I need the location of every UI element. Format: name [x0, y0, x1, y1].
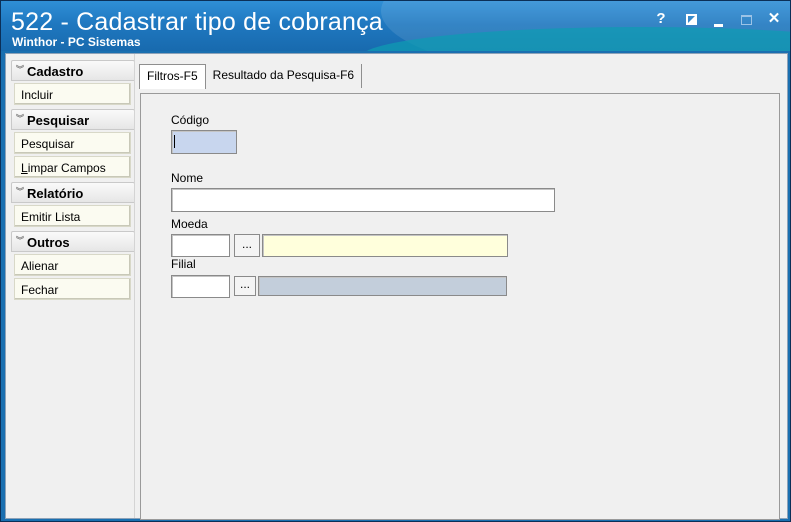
tab-filtros[interactable]: Filtros-F5	[139, 64, 206, 89]
group-title: Cadastro	[27, 64, 84, 79]
pesquisar-button[interactable]: Pesquisar	[14, 132, 131, 154]
button-label-rest: impar Campos	[27, 161, 106, 175]
group-pesquisar: ︾ Pesquisar Pesquisar Limpar Campos	[11, 109, 135, 178]
moeda-label: Moeda	[171, 217, 208, 231]
nome-label: Nome	[171, 171, 204, 185]
command-panel: ︾ Cadastro Incluir ︾ Pesquisar Pesquisar…	[11, 60, 135, 304]
group-header-relatorio[interactable]: ︾ Relatório	[11, 182, 135, 203]
collapse-chevron-icon: ︾	[16, 113, 24, 123]
group-header-pesquisar[interactable]: ︾ Pesquisar	[11, 109, 135, 130]
accelerator-key: L	[21, 161, 28, 175]
client-area: ︾ Cadastro Incluir ︾ Pesquisar Pesquisar…	[5, 53, 788, 520]
group-cadastro: ︾ Cadastro Incluir	[11, 60, 135, 105]
codigo-label: Código	[171, 113, 210, 127]
group-title: Outros	[27, 235, 70, 250]
alienar-button[interactable]: Alienar	[14, 254, 131, 276]
group-title: Pesquisar	[27, 113, 90, 128]
tab-resultado-pesquisa[interactable]: Resultado da Pesquisa-F6	[206, 64, 363, 88]
minimize-icon	[713, 24, 723, 27]
moeda-lookup-button[interactable]: ...	[234, 234, 260, 257]
filial-lookup-button[interactable]: ...	[234, 276, 256, 296]
minimize-button[interactable]	[708, 9, 728, 29]
moeda-code-input[interactable]	[171, 234, 230, 257]
maximize-icon	[740, 15, 752, 25]
emitir-lista-button[interactable]: Emitir Lista	[14, 205, 131, 227]
moeda-description-field	[262, 234, 508, 257]
app-window: 522 - Cadastrar tipo de cobrança Winthor…	[0, 0, 791, 522]
filial-code-input[interactable]	[171, 275, 230, 298]
group-relatorio: ︾ Relatório Emitir Lista	[11, 182, 135, 227]
tab-strip: Filtros-F5 Resultado da Pesquisa-F6	[139, 64, 363, 89]
fechar-button[interactable]: Fechar	[14, 278, 131, 300]
group-outros: ︾ Outros Alienar Fechar	[11, 231, 135, 300]
filial-description-field	[258, 276, 507, 296]
close-button[interactable]: ✕	[764, 9, 784, 29]
dock-button[interactable]	[681, 9, 701, 29]
dock-icon	[685, 14, 697, 25]
window-subtitle: Winthor - PC Sistemas	[12, 35, 141, 49]
window-title: 522 - Cadastrar tipo de cobrança	[11, 8, 383, 36]
group-title: Relatório	[27, 186, 84, 201]
panel-divider	[134, 54, 135, 518]
collapse-chevron-icon: ︾	[16, 235, 24, 245]
title-bar[interactable]: 522 - Cadastrar tipo de cobrança Winthor…	[1, 1, 790, 51]
nome-input[interactable]	[171, 188, 555, 212]
help-button[interactable]: ?	[651, 9, 671, 29]
maximize-button[interactable]	[736, 9, 756, 29]
filtros-panel: Código Nome Moeda ... Filial ...	[140, 93, 780, 520]
limpar-campos-button[interactable]: Limpar Campos	[14, 156, 131, 178]
collapse-chevron-icon: ︾	[16, 64, 24, 74]
filial-label: Filial	[171, 257, 196, 271]
group-header-cadastro[interactable]: ︾ Cadastro	[11, 60, 135, 81]
codigo-input[interactable]	[171, 130, 237, 154]
group-header-outros[interactable]: ︾ Outros	[11, 231, 135, 252]
incluir-button[interactable]: Incluir	[14, 83, 131, 105]
collapse-chevron-icon: ︾	[16, 186, 24, 196]
